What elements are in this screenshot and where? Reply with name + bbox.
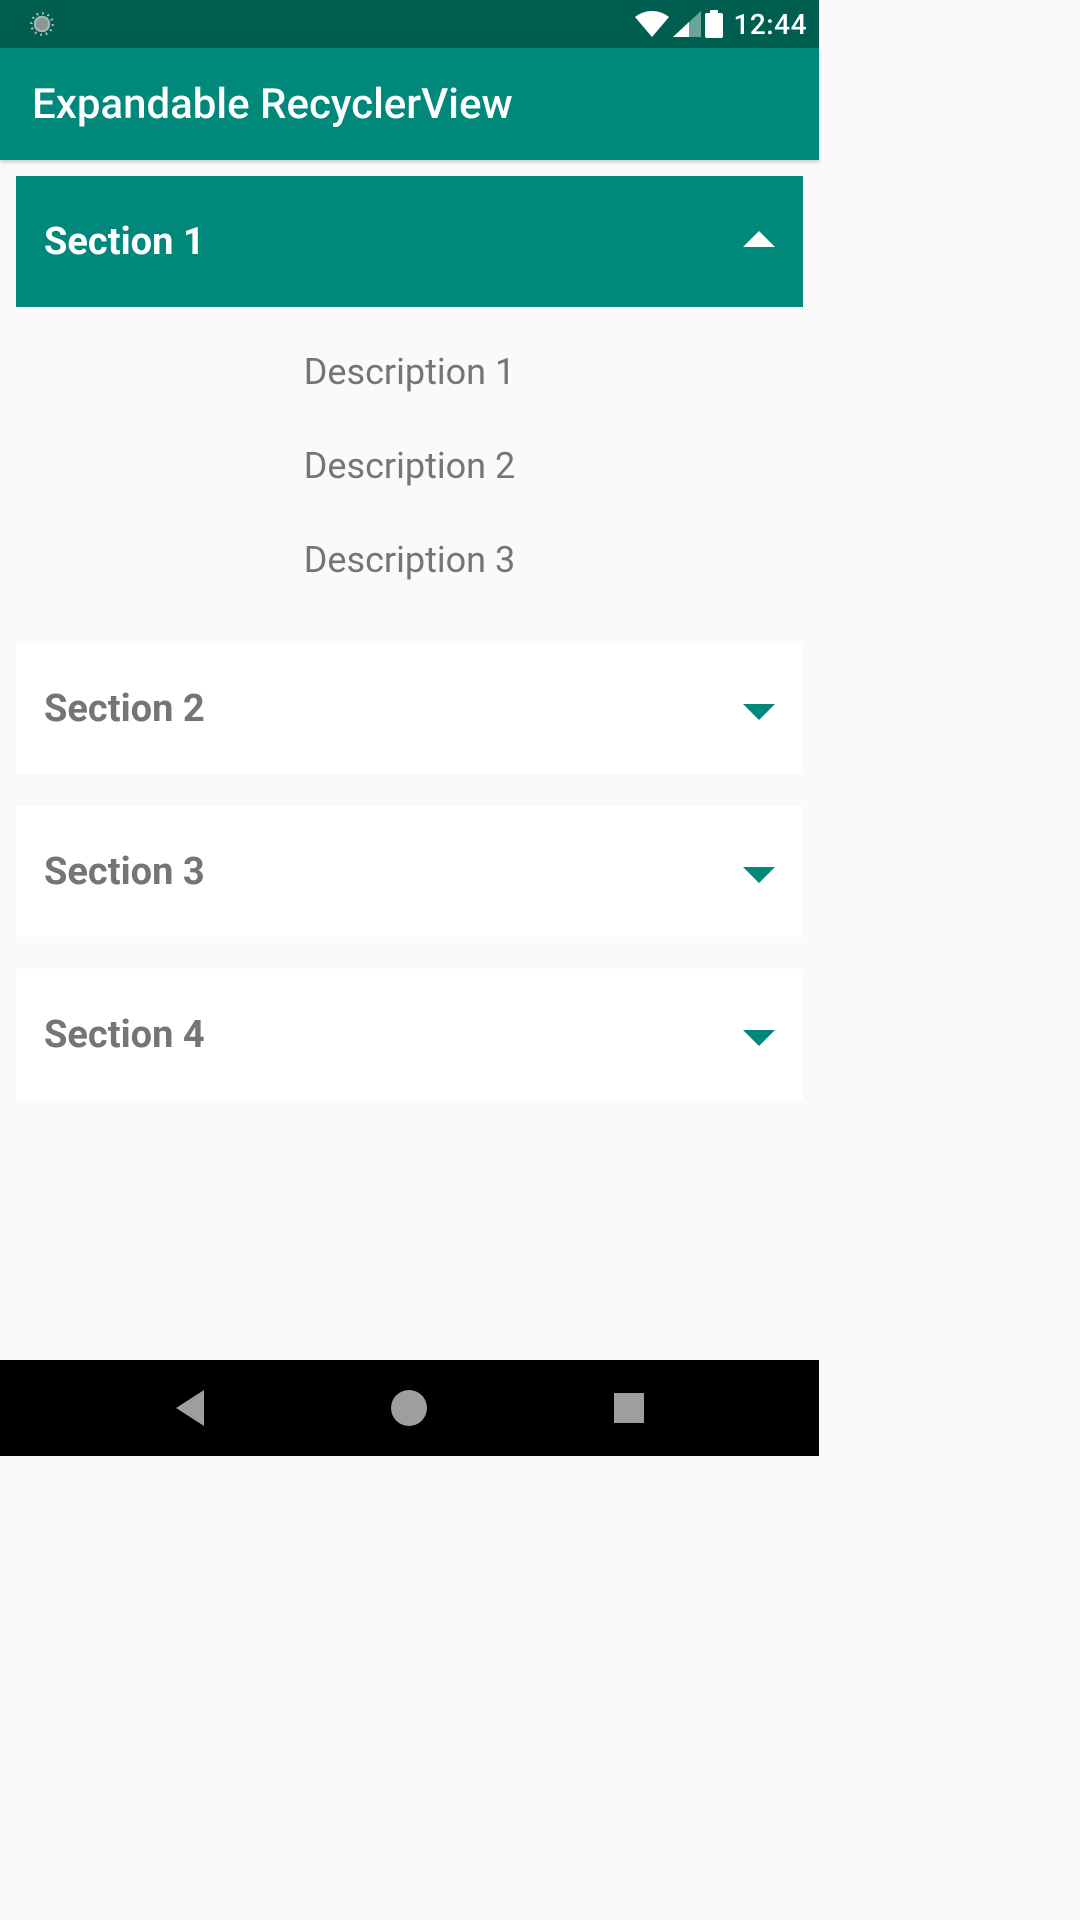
chevron-down-icon xyxy=(743,1030,775,1046)
section-1: Section 1 Description 1 Description 2 De… xyxy=(16,176,803,611)
section-header-1[interactable]: Section 1 xyxy=(16,176,803,307)
recent-apps-icon xyxy=(614,1393,644,1423)
status-bar-left xyxy=(30,12,54,36)
loading-spinner-icon xyxy=(30,12,54,36)
chevron-up-icon xyxy=(743,231,775,247)
section-body-1: Description 1 Description 2 Description … xyxy=(16,307,803,611)
home-icon xyxy=(391,1390,427,1426)
battery-full-icon xyxy=(705,10,723,38)
chevron-down-icon xyxy=(743,867,775,883)
chevron-down-icon xyxy=(743,704,775,720)
wifi-icon xyxy=(635,11,669,37)
nav-home-button[interactable] xyxy=(389,1388,429,1428)
section-4: Section 4 xyxy=(16,969,803,1100)
status-bar-right: 12:44 xyxy=(635,8,807,41)
section-2: Section 2 xyxy=(16,643,803,774)
section-header-3[interactable]: Section 3 xyxy=(16,806,803,937)
app-bar: Expandable RecyclerView xyxy=(0,48,819,160)
navigation-bar xyxy=(0,1360,819,1456)
list-item-label: Description 3 xyxy=(304,539,515,581)
section-title: Section 3 xyxy=(44,850,205,894)
list-item[interactable]: Description 3 xyxy=(16,513,803,607)
cellular-signal-icon xyxy=(673,11,701,37)
list-item[interactable]: Description 1 xyxy=(16,325,803,419)
section-title: Section 4 xyxy=(44,1013,205,1057)
section-title: Section 1 xyxy=(44,220,205,264)
status-clock: 12:44 xyxy=(733,8,807,41)
section-title: Section 2 xyxy=(44,687,205,731)
nav-back-button[interactable] xyxy=(170,1388,210,1428)
list-item-label: Description 2 xyxy=(304,445,515,487)
section-header-4[interactable]: Section 4 xyxy=(16,969,803,1100)
section-header-2[interactable]: Section 2 xyxy=(16,643,803,774)
recycler-view[interactable]: Section 1 Description 1 Description 2 De… xyxy=(0,160,819,1148)
list-item-label: Description 1 xyxy=(304,351,515,393)
back-icon xyxy=(176,1390,204,1426)
status-bar: 12:44 xyxy=(0,0,819,48)
nav-recent-button[interactable] xyxy=(609,1388,649,1428)
list-item[interactable]: Description 2 xyxy=(16,419,803,513)
app-bar-title: Expandable RecyclerView xyxy=(32,80,513,129)
section-3: Section 3 xyxy=(16,806,803,937)
